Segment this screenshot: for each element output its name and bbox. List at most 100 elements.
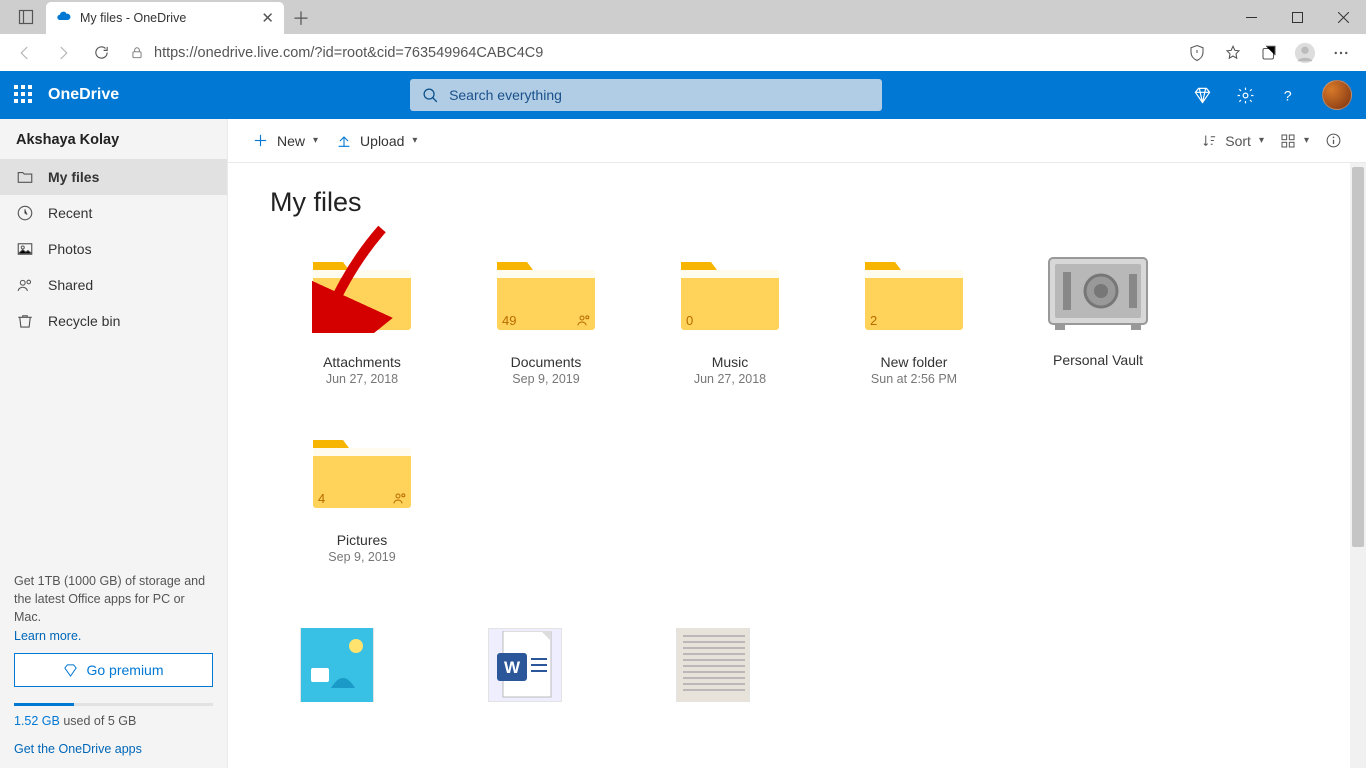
info-button[interactable] (1325, 132, 1342, 149)
toolbar: New ▾ Upload ▾ Sort ▾ ▾ (228, 119, 1366, 163)
folder-icon: 0 (676, 252, 784, 334)
folder-tile[interactable]: 49 DocumentsSep 9, 2019 (454, 252, 638, 430)
upload-icon (336, 133, 352, 149)
profile-icon[interactable] (1288, 38, 1322, 68)
sort-button[interactable]: Sort ▾ (1202, 133, 1264, 149)
tab-close-icon[interactable]: ✕ (261, 9, 274, 27)
sidebar-item-recent[interactable]: Recent (0, 195, 227, 231)
photo-icon (16, 240, 34, 258)
nav-back-icon[interactable] (8, 38, 42, 68)
user-avatar[interactable] (1322, 80, 1352, 110)
browser-tab[interactable]: My files - OneDrive ✕ (46, 2, 284, 34)
nav-forward-icon[interactable] (46, 38, 80, 68)
chevron-down-icon: ▾ (313, 135, 318, 146)
folder-icon (16, 168, 34, 186)
search-box[interactable] (410, 79, 882, 111)
vertical-scrollbar[interactable] (1350, 163, 1366, 768)
onedrive-brand[interactable]: OneDrive (48, 86, 119, 104)
grid-view-icon (1280, 133, 1296, 149)
plus-icon (252, 132, 269, 149)
upload-button[interactable]: Upload ▾ (336, 133, 417, 149)
tile-date: Sun at 2:56 PM (871, 372, 957, 386)
vault-icon (1043, 252, 1153, 332)
collections-icon[interactable] (1252, 38, 1286, 68)
tile-date: Jun 27, 2018 (326, 372, 398, 386)
tile-name: New folder (881, 354, 948, 370)
tile-date: Sep 9, 2019 (512, 372, 579, 386)
favorites-icon[interactable] (1216, 38, 1250, 68)
svg-text:?: ? (1284, 88, 1292, 104)
tracking-prevention-icon[interactable] (1180, 38, 1214, 68)
promo-text: Get 1TB (1000 GB) of storage and the lat… (14, 572, 213, 626)
go-premium-button[interactable]: Go premium (14, 653, 213, 687)
sidebar-item-recyclebin[interactable]: Recycle bin (0, 303, 227, 339)
file-grid: W (270, 628, 1324, 702)
folder-tile[interactable]: 0 MusicJun 27, 2018 (638, 252, 822, 430)
sidebar-item-label: My files (48, 169, 99, 185)
info-icon (1325, 132, 1342, 149)
storage-bar (14, 703, 213, 706)
tile-name: Attachments (323, 354, 401, 370)
people-icon (16, 276, 34, 294)
tab-title: My files - OneDrive (80, 11, 253, 25)
folder-icon: 4 (308, 430, 416, 512)
content: Akshaya Kolay My files Recent Photos Sha… (0, 119, 1366, 768)
tile-name: Documents (511, 354, 582, 370)
folder-tile[interactable]: 2 New folder Sun at 2:56 PM (822, 252, 1006, 430)
folder-tile[interactable]: 4 Pictures Sep 9, 2019 (270, 430, 454, 608)
get-apps-link[interactable]: Get the OneDrive apps (14, 742, 213, 756)
file-tile[interactable] (300, 628, 374, 702)
tile-date: Jun 27, 2018 (694, 372, 766, 386)
folder-icon: 2 (860, 252, 968, 334)
chevron-down-icon: ▾ (412, 135, 417, 146)
nav-refresh-icon[interactable] (84, 38, 118, 68)
file-tile[interactable] (676, 628, 750, 702)
new-tab-button[interactable]: ＋ (284, 2, 318, 34)
folder-icon: 0 (308, 252, 416, 334)
folder-tile[interactable]: 0 Attachments Jun 27, 2018 (270, 252, 454, 430)
onedrive-favicon (56, 10, 72, 26)
file-tile[interactable]: W (488, 628, 562, 702)
trash-icon (16, 312, 34, 330)
url-box[interactable]: https://onedrive.live.com/?id=root&cid=7… (122, 38, 1176, 68)
clock-icon (16, 204, 34, 222)
sort-icon (1202, 133, 1217, 148)
sidebar-item-photos[interactable]: Photos (0, 231, 227, 267)
sidebar-item-label: Shared (48, 277, 93, 293)
sidebar-item-label: Recent (48, 205, 92, 221)
new-button[interactable]: New ▾ (252, 132, 318, 149)
sidebar-item-myfiles[interactable]: My files (0, 159, 227, 195)
address-bar: https://onedrive.live.com/?id=root&cid=7… (0, 34, 1366, 71)
files-area: My files 0 AttachmentsJun 27, 2018 49 Do… (228, 163, 1366, 768)
page-title: My files (270, 187, 1324, 218)
folder-tile[interactable]: Personal Vault (1006, 252, 1190, 430)
search-icon (422, 87, 439, 104)
premium-diamond-icon[interactable] (1193, 86, 1212, 105)
sidebar-item-label: Recycle bin (48, 313, 120, 329)
view-button[interactable]: ▾ (1280, 133, 1309, 149)
search-input[interactable] (449, 87, 870, 103)
learn-more-link[interactable]: Learn more. (14, 629, 213, 643)
sidebar-item-shared[interactable]: Shared (0, 267, 227, 303)
storage-text: 1.52 GB used of 5 GB (14, 714, 213, 728)
main-area: New ▾ Upload ▾ Sort ▾ ▾ (228, 119, 1366, 768)
sidebar-user-name: Akshaya Kolay (0, 119, 227, 159)
settings-gear-icon[interactable] (1236, 86, 1255, 105)
tile-date: Sep 9, 2019 (328, 550, 395, 564)
tab-actions-icon[interactable] (6, 0, 46, 34)
app-launcher-icon[interactable] (14, 85, 34, 105)
window-minimize-icon[interactable] (1228, 0, 1274, 34)
window-close-icon[interactable] (1320, 0, 1366, 34)
browser-chrome: My files - OneDrive ✕ ＋ https://onedrive… (0, 0, 1366, 71)
tile-name: Pictures (337, 532, 388, 548)
menu-icon[interactable] (1324, 38, 1358, 68)
tab-bar: My files - OneDrive ✕ ＋ (0, 0, 1366, 34)
sidebar-item-label: Photos (48, 241, 92, 257)
onedrive-header: OneDrive ? (0, 71, 1366, 119)
diamond-icon (63, 663, 78, 678)
chevron-down-icon: ▾ (1259, 135, 1264, 146)
folder-grid: 0 AttachmentsJun 27, 2018 49 DocumentsSe… (270, 252, 1324, 608)
window-maximize-icon[interactable] (1274, 0, 1320, 34)
lock-icon (130, 46, 144, 60)
help-icon[interactable]: ? (1279, 86, 1298, 105)
